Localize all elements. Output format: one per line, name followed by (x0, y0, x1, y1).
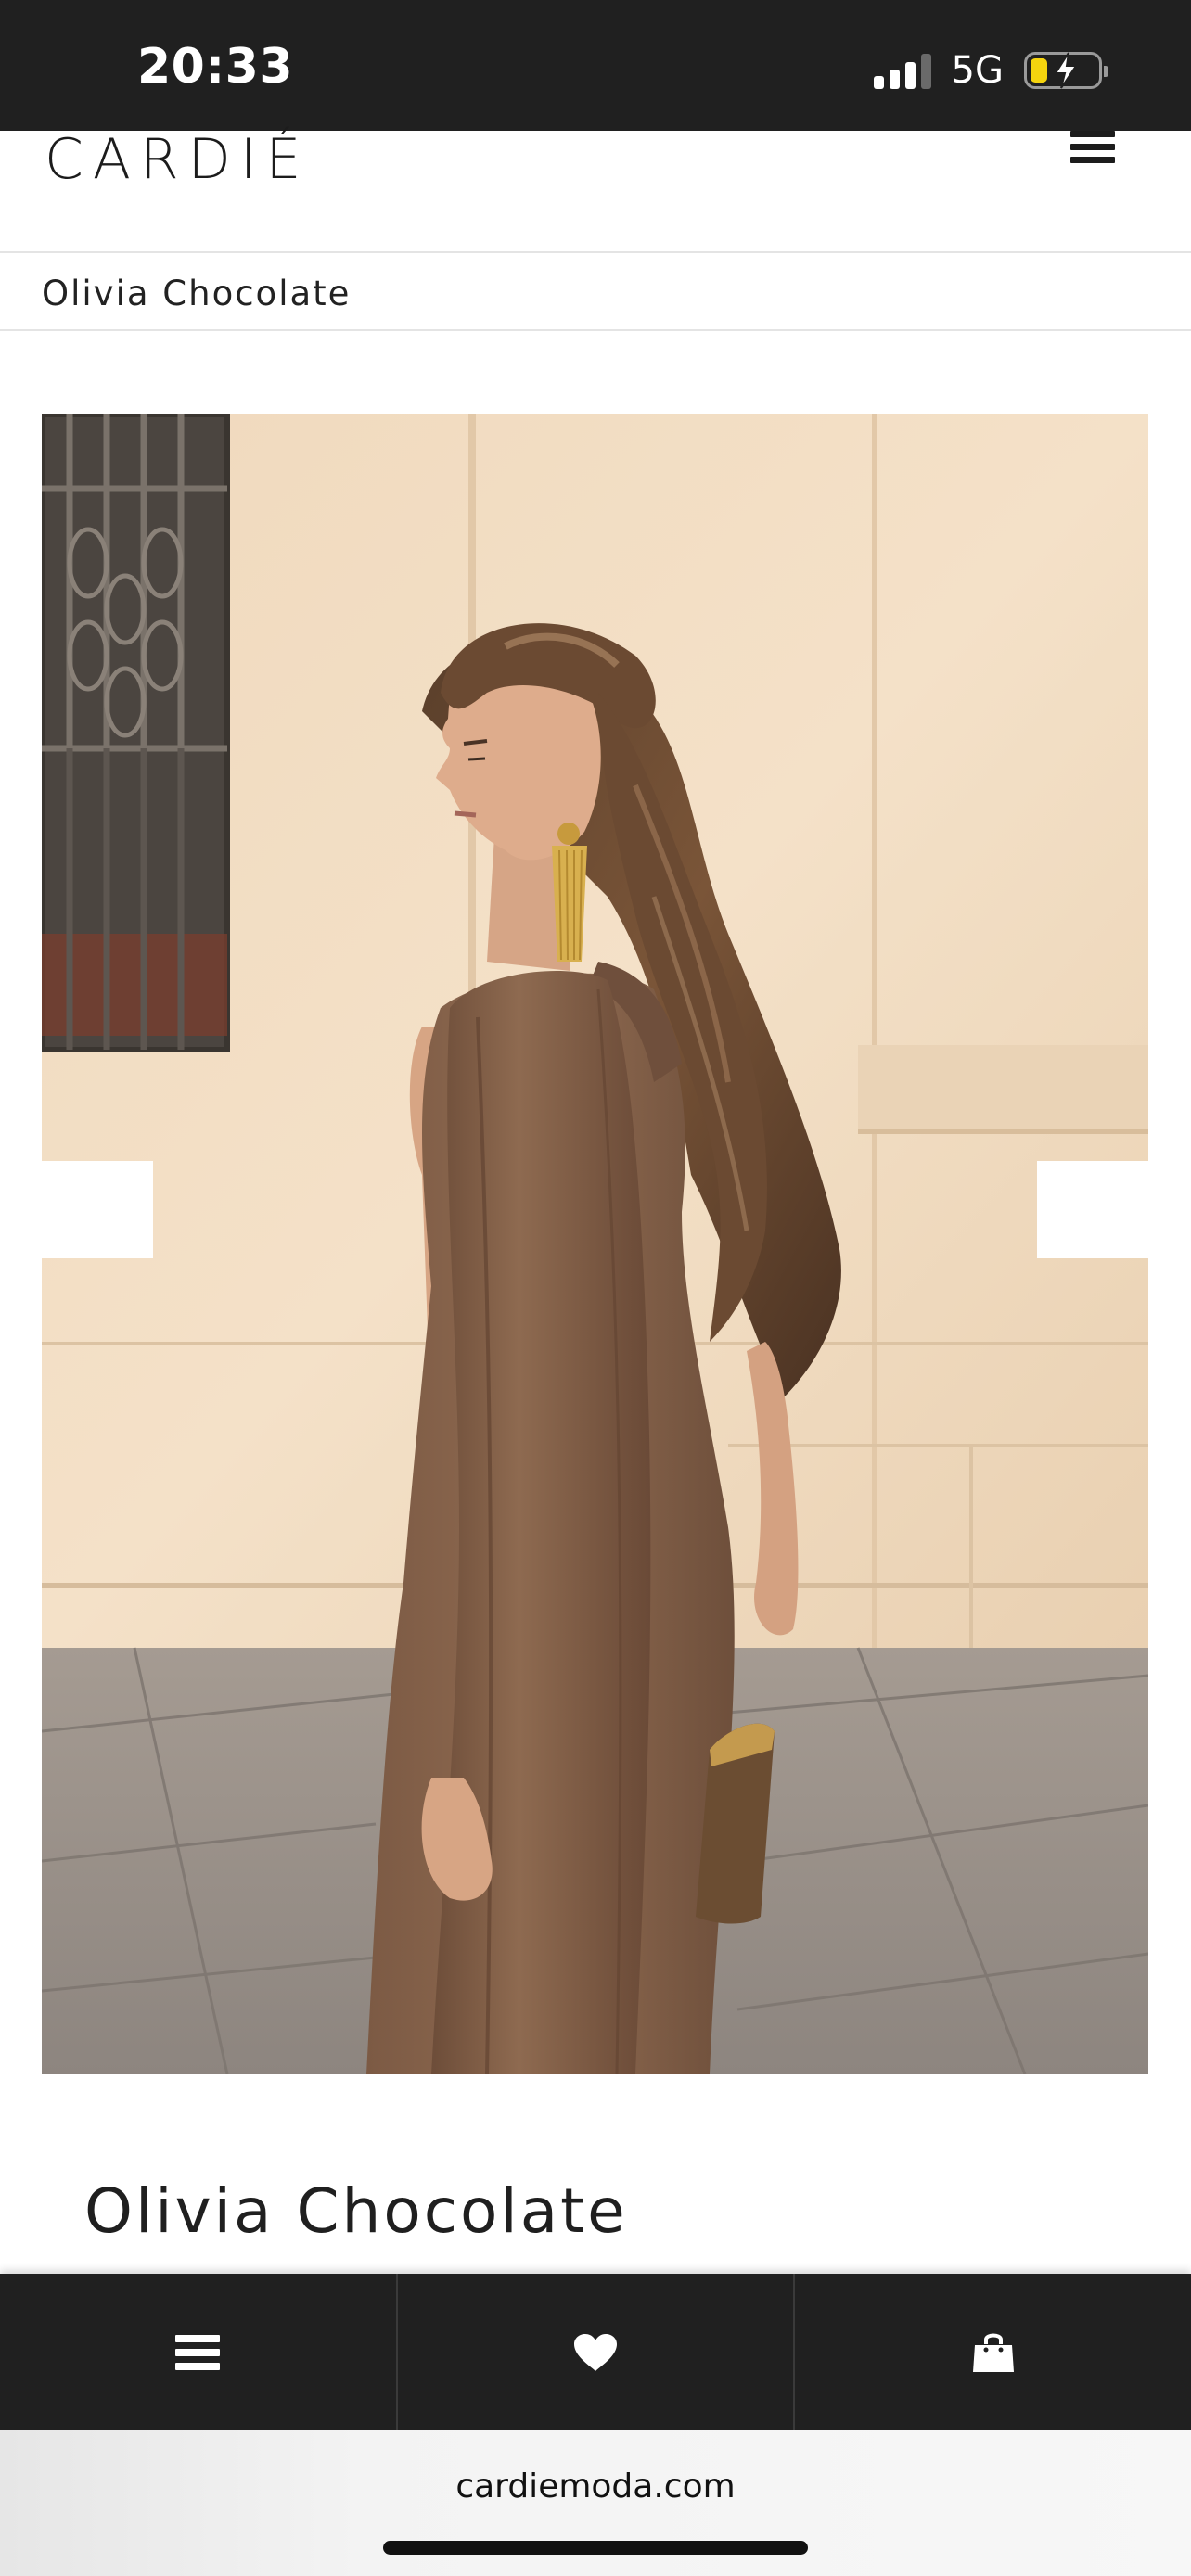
status-time: 20:33 (137, 39, 294, 95)
heart-icon (574, 2333, 617, 2371)
carousel-next-button[interactable] (1037, 1161, 1148, 1258)
brand-logo[interactable]: CARDIÉ (45, 127, 310, 192)
home-indicator[interactable] (383, 2541, 808, 2555)
product-title: Olivia Chocolate (84, 2175, 628, 2247)
breadcrumb-current: Olivia Chocolate (42, 274, 352, 313)
status-bar: 20:33 5G (0, 0, 1191, 131)
carousel-prev-button[interactable] (42, 1161, 153, 1258)
status-indicators: 5G (873, 45, 1108, 96)
menu-button[interactable] (0, 2274, 398, 2430)
hamburger-icon[interactable] (1070, 131, 1115, 170)
shopping-bag-icon (972, 2333, 1014, 2372)
menu-icon (175, 2328, 221, 2377)
charging-bolt-icon (1054, 52, 1078, 89)
site-header: CARDIÉ (0, 127, 1191, 253)
product-photo[interactable] (42, 414, 1148, 2074)
breadcrumb: Olivia Chocolate (0, 253, 1191, 331)
bottom-action-bar (0, 2274, 1191, 2430)
network-type: 5G (951, 49, 1004, 92)
cart-button[interactable] (795, 2274, 1191, 2430)
battery-icon (1024, 52, 1108, 89)
signal-icon (873, 52, 931, 89)
wishlist-button[interactable] (398, 2274, 796, 2430)
url-text[interactable]: cardiemoda.com (0, 2468, 1191, 2506)
